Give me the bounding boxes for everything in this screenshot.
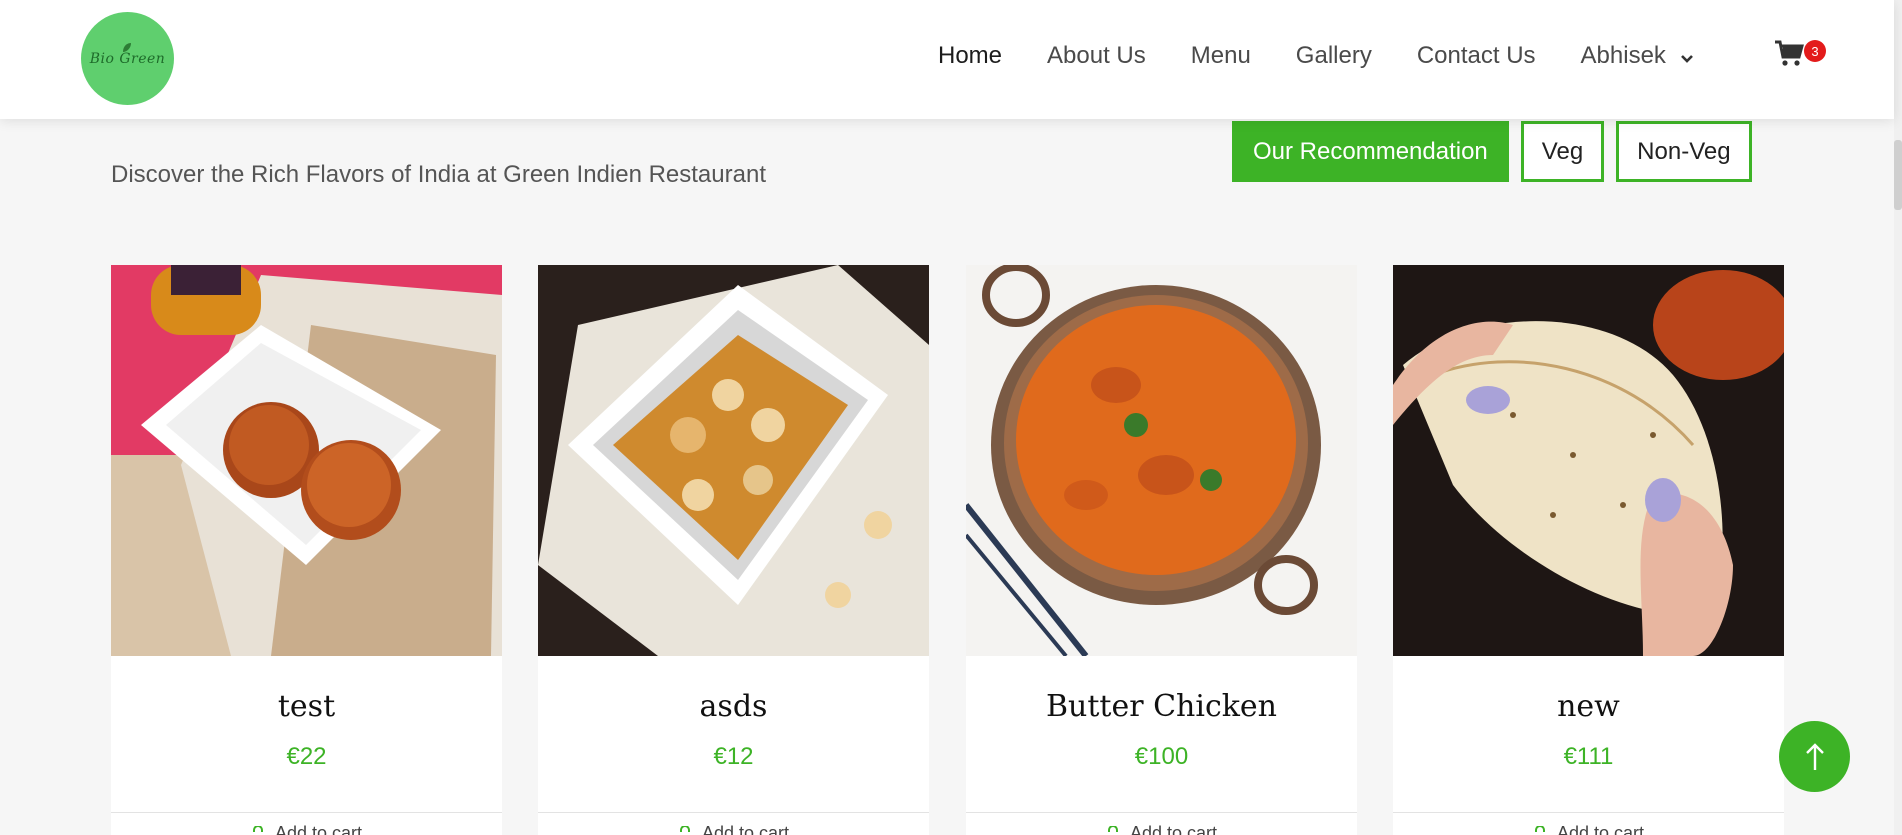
chevron-down-icon (1681, 55, 1693, 63)
scroll-to-top-button[interactable] (1779, 721, 1850, 792)
menu-card[interactable]: Butter Chicken €100 Add to cart (966, 265, 1357, 835)
menu-card[interactable]: new €111 Add to cart (1393, 265, 1784, 835)
dish-name: test (277, 689, 336, 724)
dish-price: €111 (1563, 743, 1614, 770)
nav-item-menu[interactable]: Menu (1191, 42, 1251, 70)
card-divider (966, 812, 1357, 813)
filter-veg-button[interactable]: Veg (1520, 121, 1605, 182)
add-to-cart-label: Add to cart (701, 823, 790, 835)
page-tagline: Discover the Rich Flavors of India at Gr… (111, 161, 766, 188)
dish-image-cashew-halwa (538, 265, 929, 656)
dish-price: €100 (1134, 743, 1189, 770)
dish-price: €22 (286, 743, 327, 770)
user-name: Abhisek (1580, 42, 1666, 69)
cart-add-icon (252, 825, 263, 832)
main-nav: Home About Us Menu Gallery Contact Us Ab… (938, 42, 1739, 70)
arrow-up-icon (1805, 742, 1824, 770)
menu-filters: Our Recommendation Veg Non-Veg (1232, 121, 1764, 182)
cart-add-icon (1107, 825, 1118, 832)
add-to-cart-label: Add to cart (274, 823, 363, 835)
user-menu[interactable]: Abhisek (1581, 42, 1694, 70)
filter-nonveg-button[interactable]: Non-Veg (1616, 121, 1752, 182)
nav-item-about[interactable]: About Us (1047, 42, 1146, 70)
nav-item-gallery[interactable]: Gallery (1296, 42, 1372, 70)
dish-image-gulab-jamun (111, 265, 502, 656)
site-header: Bio Green Home About Us Menu Gallery Con… (0, 0, 1894, 119)
cart-add-icon (679, 825, 690, 832)
page-scrollbar[interactable] (1894, 0, 1902, 835)
dish-name: Butter Chicken (1045, 689, 1278, 724)
add-to-cart-label: Add to cart (1129, 823, 1218, 835)
cart-icon[interactable] (1774, 38, 1804, 68)
logo[interactable]: Bio Green (81, 12, 174, 105)
card-divider (538, 812, 929, 813)
card-divider (111, 812, 502, 813)
dish-image-papad (1393, 265, 1784, 656)
scrollbar-thumb[interactable] (1894, 140, 1902, 210)
add-to-cart-button[interactable]: Add to cart (966, 823, 1357, 835)
add-to-cart-button[interactable]: Add to cart (538, 823, 929, 835)
dish-image-butter-chicken (966, 265, 1357, 656)
dish-name: asds (699, 689, 768, 724)
leaf-icon (123, 43, 131, 52)
dish-price: €12 (713, 743, 754, 770)
cart-add-icon (1534, 825, 1545, 832)
menu-card[interactable]: asds €12 Add to cart (538, 265, 929, 835)
card-divider (1393, 812, 1784, 813)
nav-item-contact[interactable]: Contact Us (1417, 42, 1536, 70)
add-to-cart-button[interactable]: Add to cart (1393, 823, 1784, 835)
nav-item-home[interactable]: Home (938, 42, 1002, 70)
add-to-cart-button[interactable]: Add to cart (111, 823, 502, 835)
menu-card[interactable]: test €22 Add to cart (111, 265, 502, 835)
dish-name: new (1557, 689, 1620, 724)
filter-recommendation-button[interactable]: Our Recommendation (1232, 121, 1509, 182)
add-to-cart-label: Add to cart (1556, 823, 1645, 835)
cart-count-badge: 3 (1804, 40, 1826, 62)
